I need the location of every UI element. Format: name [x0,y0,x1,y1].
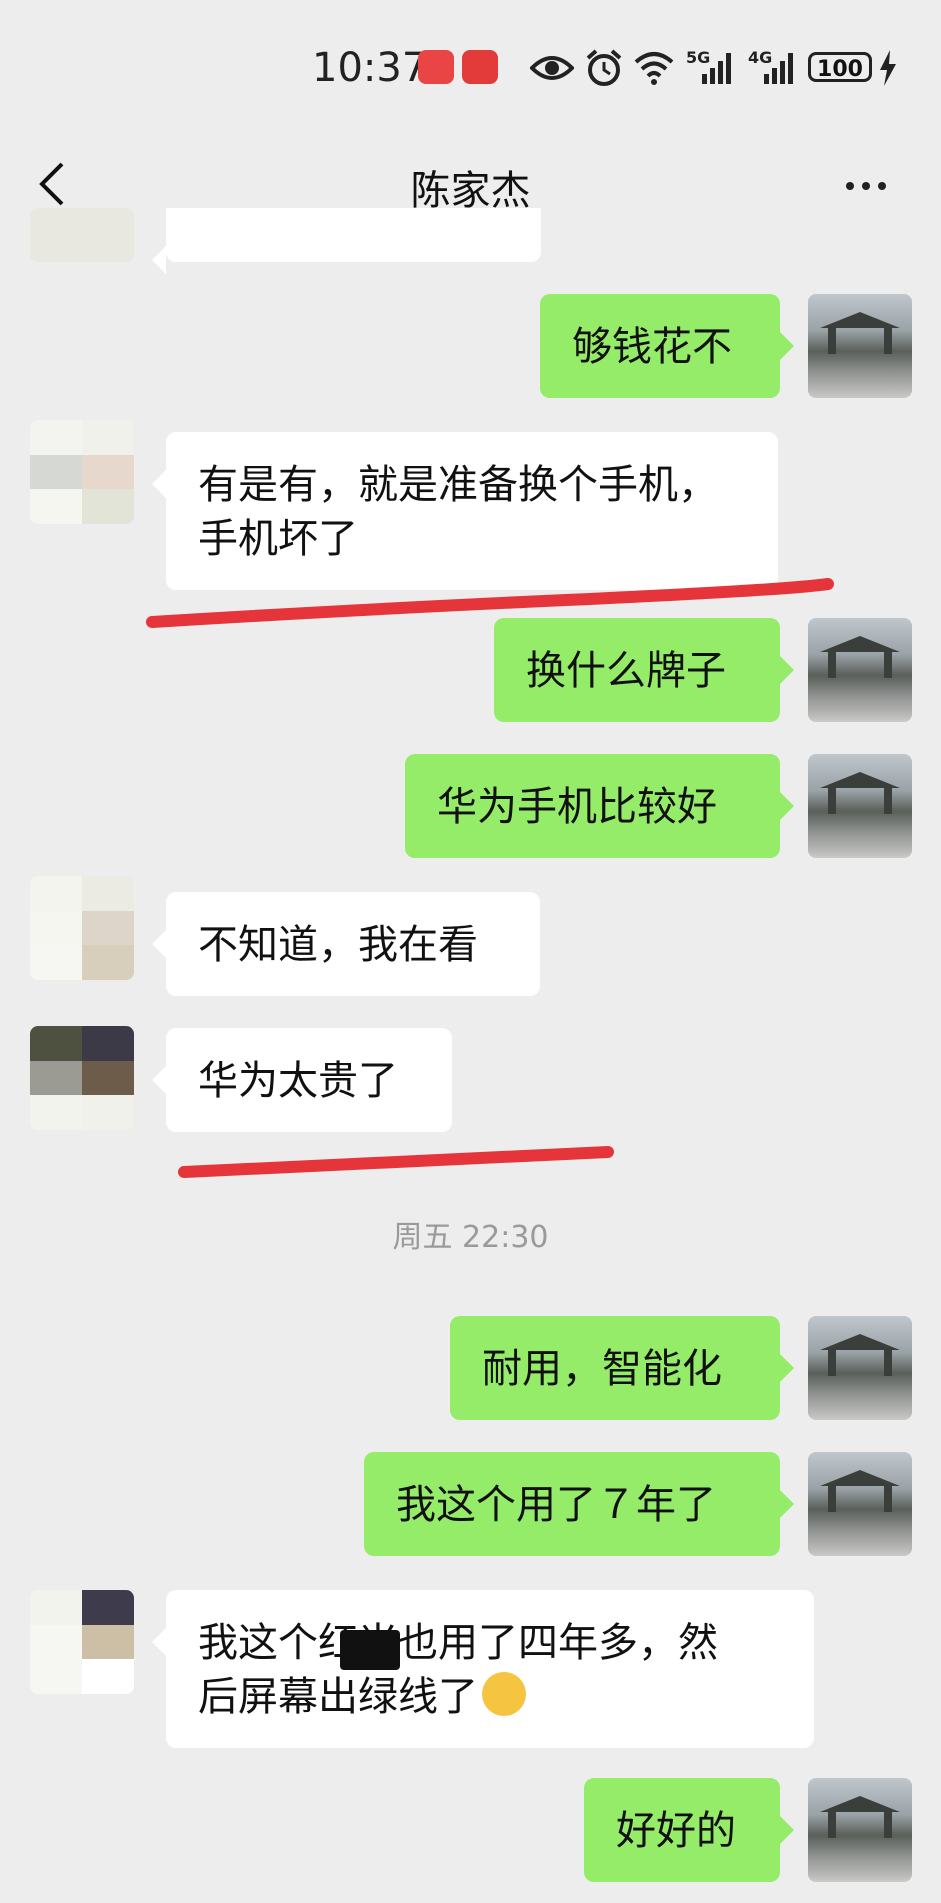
huawei-app-icon [462,50,498,84]
gate-photo-icon [820,1334,900,1376]
facepalm-emoji-icon [482,1672,526,1716]
signal-icon [702,53,731,84]
wifi-icon [634,52,674,85]
self-avatar[interactable] [808,1316,912,1420]
clock: 10:37 [312,45,428,91]
chat-bubble-incoming: 不知道，我在看 [152,892,540,996]
chat-bubble-outgoing: 华为手机比较好 [405,754,794,858]
gate-photo-icon [820,636,900,678]
redaction-block [340,1630,400,1670]
status-bar: 10:37 5G 4G 100 [0,0,941,135]
chat-bubble-outgoing: 好好的 [584,1778,794,1882]
more-dots-icon[interactable] [846,182,886,190]
red-underline-annotation [178,1146,614,1178]
self-avatar[interactable] [808,754,912,858]
contact-avatar[interactable] [30,1026,134,1130]
contact-avatar[interactable] [30,208,134,262]
self-avatar[interactable] [808,294,912,398]
charging-icon [880,50,896,86]
chat-bubble-outgoing: 耐用，智能化 [450,1316,794,1420]
self-avatar[interactable] [808,1778,912,1882]
contact-avatar[interactable] [30,1590,134,1694]
gate-photo-icon [820,312,900,354]
gate-photo-icon [820,772,900,814]
battery-indicator: 100 [808,52,872,82]
contact-avatar[interactable] [30,876,134,980]
chat-bubble-incoming: 有是有，就是准备换个手机， 手机坏了 [152,432,778,590]
chat-bubble-partial [152,208,541,274]
chat-bubble-incoming: 我这个红米也用了四年多，然 后屏幕出绿线了 [152,1590,814,1748]
chat-timestamp: 周五 22:30 [392,1220,549,1255]
message-text: 我这个红米也用了四年多，然 后屏幕出绿线了 [198,1620,718,1720]
signal-icon [764,53,793,84]
alarm-icon [586,49,622,86]
self-avatar[interactable] [808,1452,912,1556]
huawei-video-icon [418,50,454,84]
eye-icon [530,56,574,80]
chat-bubble-incoming: 华为太贵了 [152,1028,452,1132]
chat-bubble-outgoing: 我这个用了７年了 [364,1452,794,1556]
gate-photo-icon [820,1796,900,1838]
gate-photo-icon [820,1470,900,1512]
self-avatar[interactable] [808,618,912,722]
contact-avatar[interactable] [30,420,134,524]
chat-bubble-outgoing: 换什么牌子 [494,618,794,722]
chat-bubble-outgoing: 够钱花不 [540,294,794,398]
